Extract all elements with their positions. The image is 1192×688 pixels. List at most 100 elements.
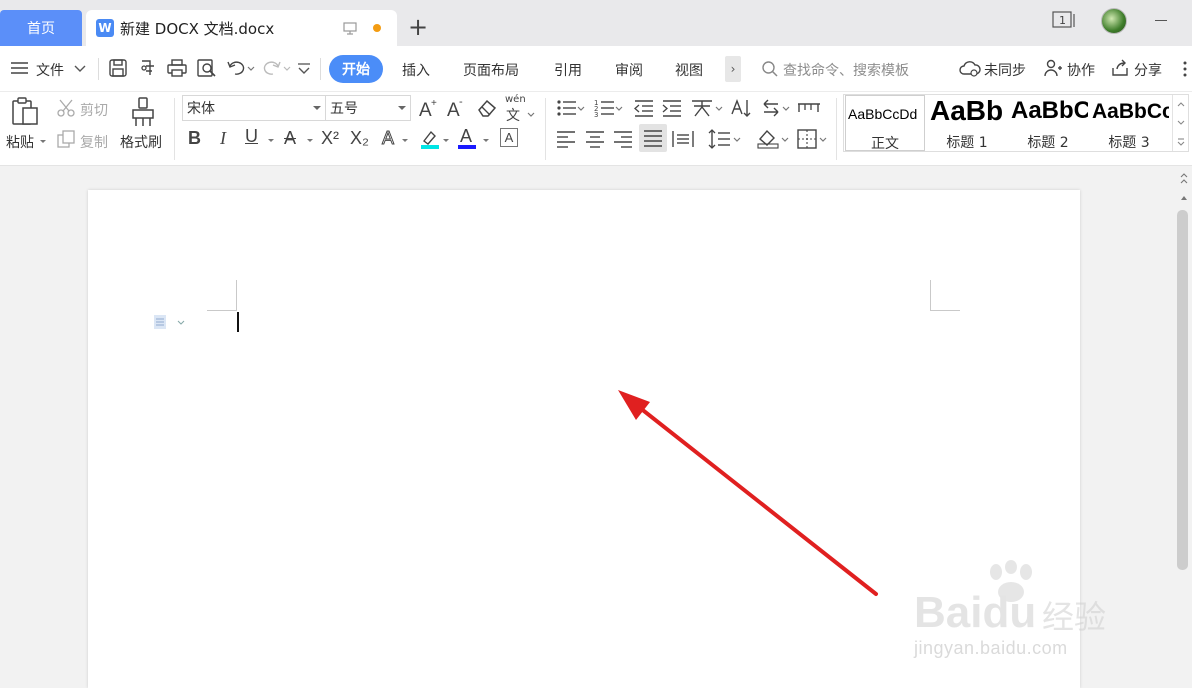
style-heading-2[interactable]: AaBbC 标题 2 xyxy=(1008,95,1088,151)
text-effect-button[interactable]: A xyxy=(381,128,394,149)
superscript-button[interactable]: X² xyxy=(321,128,339,148)
format-painter-button[interactable]: 格式刷 xyxy=(120,132,162,152)
align-left-icon[interactable] xyxy=(556,129,576,149)
undo-icon[interactable] xyxy=(226,58,256,78)
format-painter-icon[interactable] xyxy=(130,96,156,128)
style-sample: AaBbCc xyxy=(1092,100,1169,123)
clear-formatting-icon[interactable] xyxy=(476,98,498,118)
highlight-dropdown[interactable] xyxy=(443,139,449,142)
menu-file[interactable]: 文件 xyxy=(36,60,64,80)
style-gallery-scroll[interactable] xyxy=(1172,95,1188,151)
customize-toolbar-icon[interactable] xyxy=(296,58,312,78)
tab-document[interactable]: W 新建 DOCX 文档.docx xyxy=(86,10,397,46)
strikethrough-dropdown[interactable] xyxy=(307,139,313,142)
character-border-button[interactable]: A xyxy=(500,128,518,147)
subscript-button[interactable]: X₂ xyxy=(350,128,369,148)
menu-bar: 文件 开始 插入 页面布局 引用 审阅 视图 › 查找命令、搜索模板 未同步 协… xyxy=(0,46,1192,92)
menu-tab-page-layout[interactable]: 页面布局 xyxy=(463,60,519,80)
font-color-dropdown[interactable] xyxy=(483,139,489,142)
bold-button[interactable]: B xyxy=(188,128,201,148)
tab-home[interactable]: 首页 xyxy=(0,10,82,46)
increase-indent-icon[interactable] xyxy=(661,98,683,118)
text-effect-dropdown[interactable] xyxy=(402,139,408,142)
italic-button[interactable]: I xyxy=(220,128,226,148)
cut-button[interactable]: 剪切 xyxy=(80,100,108,120)
menu-tab-review[interactable]: 审阅 xyxy=(615,60,643,80)
copy-icon[interactable] xyxy=(56,129,76,149)
cloud-sync-icon[interactable] xyxy=(959,60,981,78)
distributed-align-icon[interactable] xyxy=(672,129,694,149)
redo-icon[interactable] xyxy=(262,58,292,78)
collaborate-icon[interactable] xyxy=(1043,59,1063,77)
font-name-select[interactable]: 宋体 xyxy=(182,95,326,121)
print-preview-icon[interactable] xyxy=(196,58,218,78)
search-icon[interactable] xyxy=(761,60,779,78)
window-count-icon[interactable]: 1 xyxy=(1052,10,1078,30)
pinyin-guide-label[interactable]: wén xyxy=(505,94,526,105)
chinese-layout-icon[interactable] xyxy=(690,98,724,118)
menu-tab-insert[interactable]: 插入 xyxy=(402,60,430,80)
borders-icon[interactable] xyxy=(796,128,830,150)
style-heading-1[interactable]: AaBb 标题 1 xyxy=(927,95,1007,151)
decrease-indent-icon[interactable] xyxy=(633,98,655,118)
more-tabs-button[interactable]: › xyxy=(725,56,741,82)
highlight-icon[interactable] xyxy=(420,128,440,150)
cut-icon[interactable] xyxy=(56,98,76,118)
annotation-arrow xyxy=(618,390,878,596)
paste-icon[interactable] xyxy=(10,96,42,126)
share-icon[interactable] xyxy=(1110,59,1130,77)
scroll-arrow-up-icon[interactable] xyxy=(1179,194,1189,202)
watermark-logo: Baidu xyxy=(914,588,1037,637)
hamburger-menu-icon[interactable] xyxy=(10,61,30,75)
pinyin-guide-icon[interactable]: 文 xyxy=(506,106,536,122)
decrease-font-size-icon[interactable]: A - xyxy=(446,97,468,119)
new-tab-button[interactable]: + xyxy=(408,15,428,39)
more-options-icon[interactable] xyxy=(1182,60,1188,78)
shading-icon[interactable] xyxy=(757,128,791,150)
style-sample: AaBbC xyxy=(1011,97,1088,124)
numbered-list-icon[interactable]: 1 2 3 xyxy=(594,98,624,118)
align-center-icon[interactable] xyxy=(585,129,605,149)
underline-dropdown[interactable] xyxy=(268,139,274,142)
font-size-select[interactable]: 五号 xyxy=(325,95,411,121)
bullet-list-icon[interactable] xyxy=(556,98,586,118)
scrollbar-thumb[interactable] xyxy=(1177,210,1188,570)
output-pdf-icon[interactable] xyxy=(138,58,158,78)
document-tab-title: 新建 DOCX 文档.docx xyxy=(120,19,275,38)
paste-button[interactable]: 粘贴 xyxy=(6,132,34,152)
share-button[interactable]: 分享 xyxy=(1134,60,1162,80)
font-color-button[interactable]: A xyxy=(460,126,472,146)
increase-font-size-icon[interactable]: A + xyxy=(418,97,440,119)
style-normal[interactable]: AaBbCcDd 正文 xyxy=(845,95,925,151)
margin-mark xyxy=(207,310,237,311)
tab-stops-icon[interactable] xyxy=(797,98,821,118)
paste-dropdown[interactable] xyxy=(40,140,46,143)
collaborate-button[interactable]: 协作 xyxy=(1067,60,1095,80)
menu-tab-view[interactable]: 视图 xyxy=(675,60,703,80)
monitor-icon[interactable] xyxy=(342,20,358,36)
chevron-down-icon xyxy=(398,106,406,110)
minimize-button[interactable] xyxy=(1155,20,1167,21)
watermark-url: jingyan.baidu.com xyxy=(914,638,1068,658)
sync-status[interactable]: 未同步 xyxy=(984,60,1026,80)
strikethrough-button[interactable]: A xyxy=(284,128,296,148)
save-icon[interactable] xyxy=(108,58,128,78)
style-heading-3[interactable]: AaBbCc 标题 3 xyxy=(1089,95,1169,151)
scroll-up-icon[interactable] xyxy=(1179,172,1189,188)
menu-tab-start[interactable]: 开始 xyxy=(329,55,383,83)
justify-button[interactable] xyxy=(639,124,667,152)
show-marks-icon[interactable] xyxy=(760,98,792,118)
copy-button[interactable]: 复制 xyxy=(80,132,108,152)
align-right-icon[interactable] xyxy=(613,129,633,149)
user-avatar[interactable] xyxy=(1101,8,1127,34)
sort-icon[interactable] xyxy=(730,98,752,118)
underline-button[interactable]: U xyxy=(245,126,258,146)
font-color-bar xyxy=(458,145,476,149)
print-icon[interactable] xyxy=(166,58,188,78)
command-search-input[interactable]: 查找命令、搜索模板 xyxy=(783,60,909,80)
line-spacing-icon[interactable] xyxy=(708,128,742,150)
paragraph-handle-icon[interactable] xyxy=(152,314,188,330)
svg-text:+: + xyxy=(431,98,437,109)
menu-tab-references[interactable]: 引用 xyxy=(554,60,582,80)
chevron-down-icon[interactable] xyxy=(74,65,86,73)
